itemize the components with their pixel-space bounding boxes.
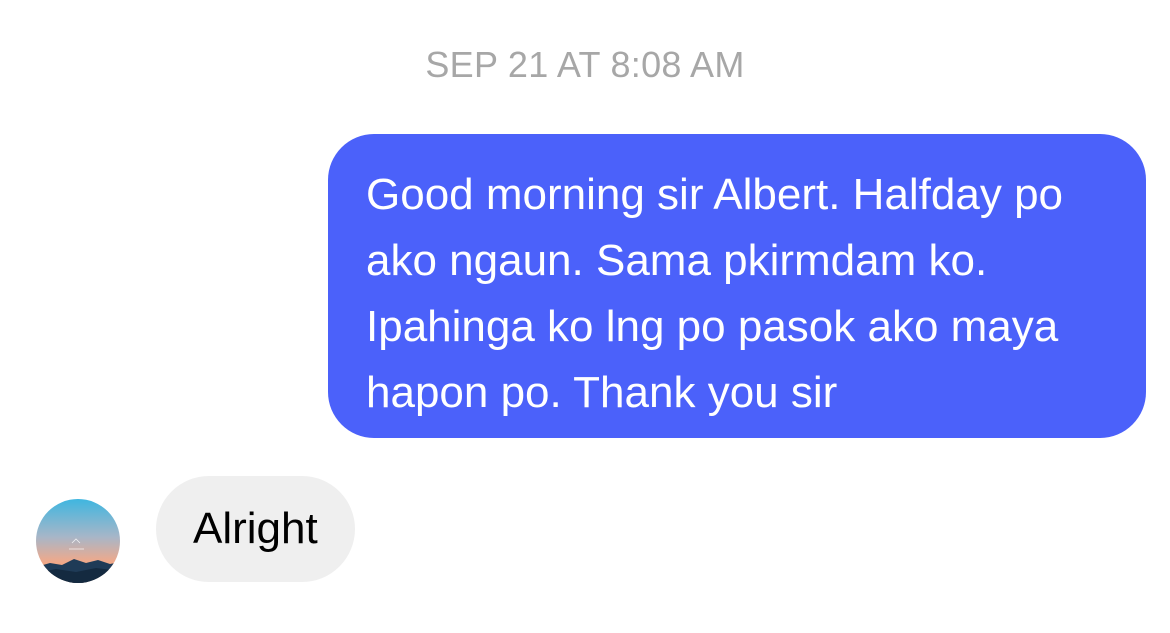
sender-avatar[interactable] xyxy=(36,499,120,583)
incoming-message-bubble[interactable]: Alright xyxy=(156,476,355,582)
sunset-avatar-icon xyxy=(36,499,120,583)
message-timestamp: SEP 21 AT 8:08 AM xyxy=(425,44,745,85)
outgoing-message-bubble[interactable]: Good morning sir Albert. Halfday po ako … xyxy=(328,134,1146,438)
